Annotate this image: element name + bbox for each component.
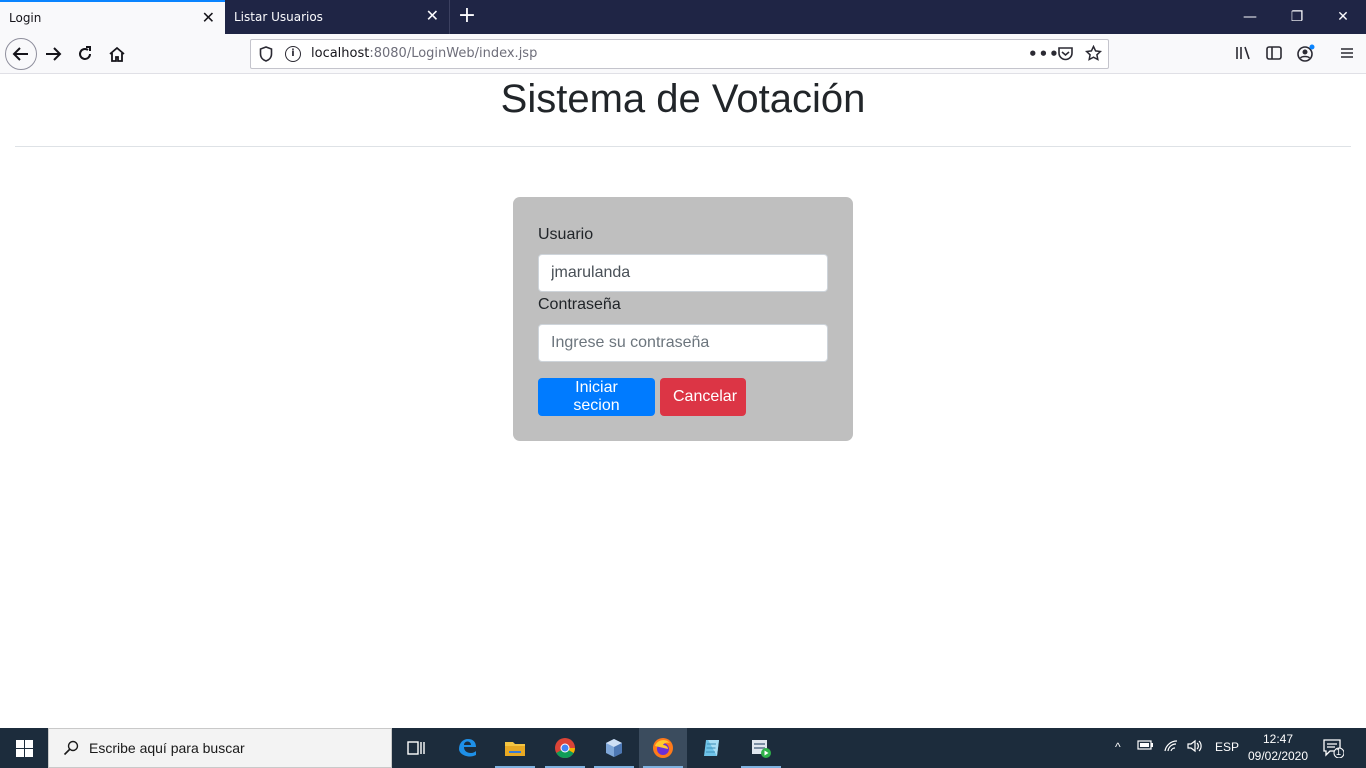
tab-strip: Login ✕ Listar Usuarios ✕ + — ❐ ✕ (0, 0, 1366, 34)
battery-icon[interactable] (1137, 738, 1155, 755)
more-icon[interactable]: ••• (1028, 45, 1060, 63)
forward-icon[interactable] (39, 40, 67, 68)
menu-icon[interactable] (1337, 44, 1357, 64)
account-icon[interactable] (1296, 44, 1316, 64)
chrome-icon[interactable] (541, 728, 589, 768)
file-explorer-icon[interactable] (491, 728, 539, 768)
url-path: :8080/LoginWeb/index.jsp (369, 46, 538, 61)
firefox-icon[interactable] (639, 728, 687, 768)
pocket-icon[interactable] (1057, 45, 1074, 66)
notepad-icon[interactable] (688, 728, 736, 768)
search-placeholder: Escribe aquí para buscar (89, 740, 245, 756)
taskbar: Escribe aquí para buscar ^ ESP 12:47 09/… (0, 728, 1366, 768)
bookmark-star-icon[interactable] (1084, 44, 1103, 66)
clock-time: 12:47 (1262, 732, 1294, 746)
sidebar-icon[interactable] (1264, 44, 1284, 64)
taskbar-search[interactable]: Escribe aquí para buscar (48, 728, 392, 768)
shield-icon[interactable] (259, 46, 273, 62)
restore-icon[interactable]: ❐ (1287, 8, 1307, 26)
reload-icon[interactable] (71, 40, 99, 68)
wifi-icon[interactable] (1163, 738, 1181, 757)
clock[interactable]: 12:47 09/02/2020 (1246, 731, 1310, 765)
task-view-icon[interactable] (392, 728, 440, 768)
search-icon (63, 740, 79, 756)
navigation-toolbar: i localhost:8080/LoginWeb/index.jsp ••• (0, 34, 1366, 74)
new-tab-icon[interactable]: + (456, 5, 478, 27)
cancel-button[interactable]: Cancelar (660, 378, 746, 416)
back-icon[interactable] (5, 38, 37, 70)
media-app-icon[interactable] (737, 728, 785, 768)
tab-listar-usuarios[interactable]: Listar Usuarios ✕ (225, 0, 450, 34)
minimize-icon[interactable]: — (1240, 8, 1260, 26)
tab-login[interactable]: Login ✕ (0, 0, 225, 34)
user-label: Usuario (538, 226, 594, 243)
notification-count: 1 (1336, 747, 1342, 757)
info-icon[interactable]: i (285, 46, 301, 62)
language-indicator[interactable]: ESP (1215, 740, 1239, 754)
tab-label: Listar Usuarios (234, 10, 323, 24)
login-button[interactable]: Iniciar secion (538, 378, 655, 416)
address-bar[interactable]: i localhost:8080/LoginWeb/index.jsp ••• (250, 39, 1109, 69)
divider (15, 146, 1351, 147)
library-icon[interactable] (1233, 44, 1253, 64)
url-text[interactable]: localhost:8080/LoginWeb/index.jsp (311, 46, 537, 61)
user-input[interactable] (538, 254, 828, 292)
login-form: Usuario Contraseña Iniciar secion Cancel… (513, 197, 853, 441)
volume-icon[interactable] (1186, 738, 1204, 757)
edge-icon[interactable] (443, 728, 491, 768)
password-label: Contraseña (538, 296, 621, 313)
notifications-icon[interactable]: 1 (1322, 738, 1345, 759)
tab-label: Login (9, 11, 42, 25)
close-window-icon[interactable]: ✕ (1333, 8, 1353, 26)
close-tab-icon[interactable]: ✕ (202, 10, 215, 26)
virtualbox-icon[interactable] (590, 728, 638, 768)
show-hidden-icons-icon[interactable]: ^ (1115, 740, 1121, 754)
windows-start-icon[interactable] (0, 728, 48, 768)
close-tab-icon[interactable]: ✕ (426, 8, 439, 24)
home-icon[interactable] (103, 40, 131, 68)
page-content: Sistema de Votación Usuario Contraseña I… (0, 75, 1366, 728)
password-input[interactable] (538, 324, 828, 362)
clock-date: 09/02/2020 (1247, 749, 1309, 763)
url-host: localhost (311, 46, 370, 61)
page-title: Sistema de Votación (500, 77, 866, 121)
